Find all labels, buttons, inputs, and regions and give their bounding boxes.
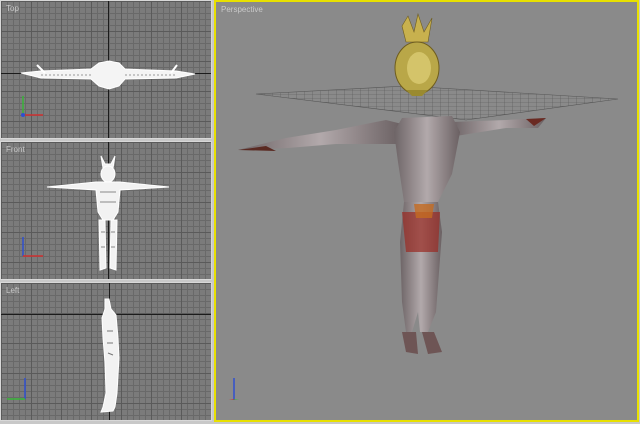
axis-gizmo-icon xyxy=(228,378,240,400)
wireframe-model-left[interactable] xyxy=(1,283,212,421)
axis-gizmo-icon xyxy=(21,96,43,117)
viewport-perspective[interactable]: Perspective xyxy=(214,0,639,422)
viewport-front[interactable]: Front xyxy=(0,141,212,280)
viewport-top[interactable]: Top xyxy=(0,0,212,139)
shaded-model-perspective[interactable] xyxy=(216,2,637,420)
home-grid xyxy=(255,85,619,121)
viewport-left[interactable]: Left xyxy=(0,282,212,421)
axis-gizmo-icon xyxy=(7,378,26,400)
axis-gizmo-icon xyxy=(22,237,43,257)
